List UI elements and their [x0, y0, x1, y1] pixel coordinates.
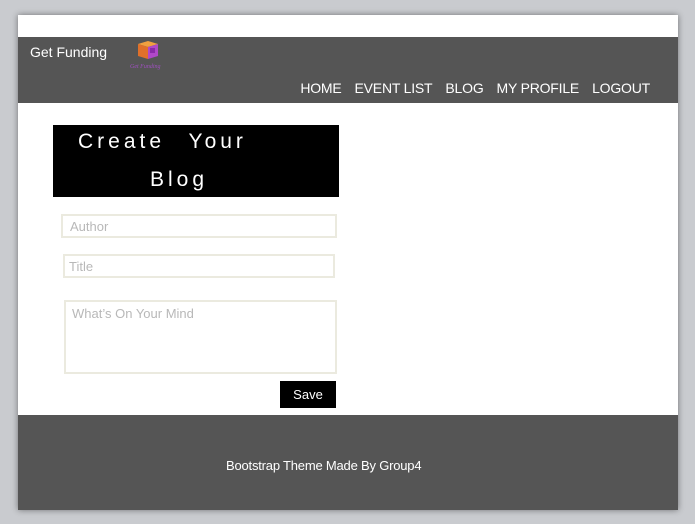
nav-links: HOME EVENT LIST BLOG MY PROFILE LOGOUT: [287, 80, 650, 96]
navbar: Get Funding Get Funding HOME EVENT LIST …: [18, 37, 678, 103]
nav-event-list-link[interactable]: EVENT LIST: [355, 80, 433, 96]
heading-line-2: Blog: [150, 168, 209, 191]
nav-home-link[interactable]: HOME: [300, 80, 341, 96]
whats-on-your-mind-textarea[interactable]: [64, 300, 337, 374]
save-button[interactable]: Save: [280, 381, 336, 408]
nav-logout-link[interactable]: LOGOUT: [592, 80, 650, 96]
author-input[interactable]: [61, 214, 337, 238]
footer-text: Bootstrap Theme Made By Group4: [226, 458, 422, 473]
heading-line-1: Create Your: [78, 130, 247, 153]
title-input[interactable]: [63, 254, 335, 278]
svg-text:Get Funding: Get Funding: [130, 64, 161, 70]
brand-link[interactable]: Get Funding: [30, 44, 107, 60]
footer: Bootstrap Theme Made By Group4: [18, 415, 678, 510]
nav-my-profile-link[interactable]: MY PROFILE: [497, 80, 580, 96]
nav-blog-link[interactable]: BLOG: [445, 80, 483, 96]
logo-icon: Get Funding: [130, 41, 161, 70]
create-blog-heading: Create Your Blog: [53, 125, 339, 197]
page-frame: Get Funding Get Funding HOME EVENT LIST …: [18, 15, 678, 510]
